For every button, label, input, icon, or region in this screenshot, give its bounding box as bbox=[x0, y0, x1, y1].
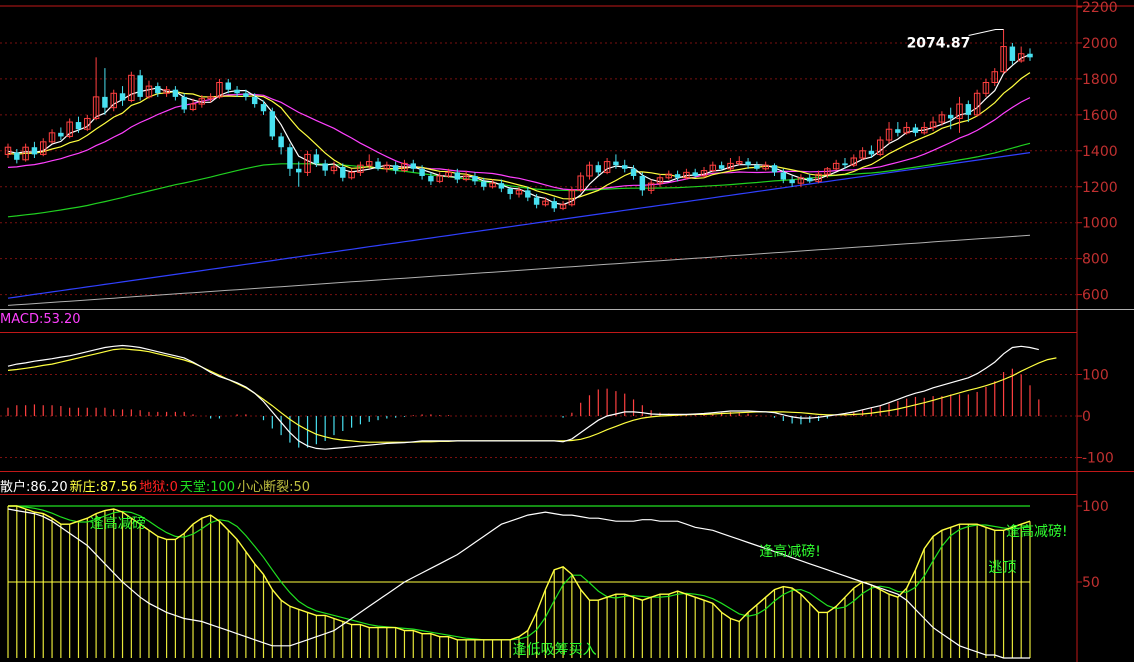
price-tick-label: 1000 bbox=[1082, 216, 1118, 232]
macd-tick-label: -100 bbox=[1082, 451, 1114, 467]
candle-body bbox=[313, 154, 320, 164]
stock-chart[interactable]: 60080010001200140016001800200022002074.8… bbox=[0, 0, 1134, 662]
candle-body bbox=[322, 163, 328, 171]
candle-body bbox=[868, 150, 875, 155]
price-tick-label: 800 bbox=[1082, 252, 1109, 268]
candle-body bbox=[119, 93, 126, 101]
candle-body bbox=[507, 188, 513, 194]
indicator-legend-item: 小心断裂:50 bbox=[237, 480, 311, 495]
candle-body bbox=[807, 177, 813, 182]
candle-body bbox=[225, 82, 231, 90]
indicator-tick-label: 50 bbox=[1082, 575, 1100, 591]
candle-body bbox=[472, 175, 478, 182]
candle-body bbox=[912, 127, 919, 133]
candle-body bbox=[278, 136, 284, 148]
candle-body bbox=[58, 132, 64, 137]
candle-body bbox=[947, 114, 954, 119]
indicator-legend-item: 新庄:87.56 bbox=[69, 480, 138, 495]
candle-body bbox=[613, 161, 619, 166]
indicator-legend-item: 地狱:0 bbox=[139, 480, 178, 495]
candle-body bbox=[419, 168, 425, 176]
sanhu-line bbox=[7, 508, 1030, 659]
candle-body bbox=[1027, 53, 1033, 58]
max-price-leader bbox=[968, 28, 1004, 36]
ma20-line bbox=[7, 93, 1031, 191]
candle-body bbox=[454, 172, 461, 180]
candle-body bbox=[410, 163, 417, 169]
candle-body bbox=[172, 89, 179, 97]
indicator-green-line bbox=[8, 505, 1031, 641]
indicator-header: 散户:86.20 新庄:87.56 地狱:0 天堂:100 小心断裂:50 bbox=[0, 476, 312, 495]
candle-body bbox=[718, 165, 725, 169]
candle-body bbox=[296, 168, 302, 173]
candle-body bbox=[260, 104, 267, 112]
candle-body bbox=[31, 147, 38, 155]
candle-body bbox=[789, 179, 795, 184]
price-tick-label: 600 bbox=[1082, 288, 1109, 304]
price-tick-label: 2200 bbox=[1082, 0, 1118, 16]
signal-label: 逢高减磅 bbox=[90, 515, 146, 532]
candle-body bbox=[375, 161, 381, 169]
candle-body bbox=[630, 168, 637, 176]
xinzhuang-line bbox=[8, 505, 1031, 641]
macd-dif-line bbox=[7, 344, 1039, 450]
ma120-line bbox=[7, 152, 1031, 299]
macd-label: MACD:53.20 bbox=[0, 312, 81, 327]
signal-label: 逢高减磅! bbox=[1006, 523, 1068, 540]
macd-tick-label: 0 bbox=[1082, 409, 1091, 425]
candle-body bbox=[137, 75, 143, 97]
ma5-line bbox=[7, 54, 1031, 206]
candle-body bbox=[674, 174, 681, 178]
candle-body bbox=[14, 152, 20, 160]
price-tick-label: 2000 bbox=[1082, 36, 1118, 52]
candle-body bbox=[639, 175, 646, 191]
candle-body bbox=[771, 165, 778, 173]
ma60-line bbox=[7, 142, 1031, 218]
signal-label: 逢低吸筹买入 bbox=[513, 641, 597, 658]
candle-body bbox=[102, 96, 108, 108]
candle-body bbox=[895, 129, 901, 133]
indicator-tick-label: 100 bbox=[1082, 499, 1109, 515]
candle-body bbox=[745, 161, 751, 166]
signal-label: 逢高减磅! bbox=[759, 543, 821, 560]
candle-body bbox=[269, 111, 276, 137]
candle-body bbox=[780, 172, 787, 180]
price-tick-label: 1200 bbox=[1082, 180, 1118, 196]
candle-body bbox=[428, 175, 434, 182]
candle-body bbox=[392, 165, 399, 171]
signal-label: 逃顶 bbox=[988, 560, 1016, 576]
price-tick-label: 1800 bbox=[1082, 72, 1118, 88]
candle-body bbox=[621, 165, 628, 169]
candle-body bbox=[155, 86, 161, 94]
candle-body bbox=[75, 122, 82, 130]
candle-body bbox=[842, 163, 848, 166]
indicator-legend-item: 散户:86.20 bbox=[0, 480, 68, 495]
candle-body bbox=[243, 93, 249, 97]
price-tick-label: 1400 bbox=[1082, 144, 1118, 160]
candle-body bbox=[481, 181, 487, 187]
candle-body bbox=[533, 197, 540, 205]
candle-body bbox=[287, 147, 293, 169]
candle-body bbox=[181, 96, 187, 110]
ma10-line bbox=[7, 72, 1031, 200]
candle-body bbox=[692, 172, 698, 176]
candle-body bbox=[234, 89, 240, 94]
candle-body bbox=[1009, 46, 1016, 61]
macd-tick-label: 100 bbox=[1082, 368, 1109, 384]
candle-body bbox=[754, 165, 760, 169]
max-price-label: 2074.87 bbox=[907, 35, 971, 51]
candle-body bbox=[525, 190, 531, 198]
candle-body bbox=[340, 166, 346, 178]
candle-body bbox=[551, 201, 557, 209]
candle-body bbox=[965, 104, 972, 115]
candle-body bbox=[595, 165, 602, 173]
indicator-legend-item: 天堂:100 bbox=[179, 480, 236, 495]
price-tick-label: 1600 bbox=[1082, 108, 1118, 124]
candle-body bbox=[251, 96, 258, 105]
macd-dea-line bbox=[7, 348, 1057, 443]
candle-body bbox=[498, 183, 505, 189]
